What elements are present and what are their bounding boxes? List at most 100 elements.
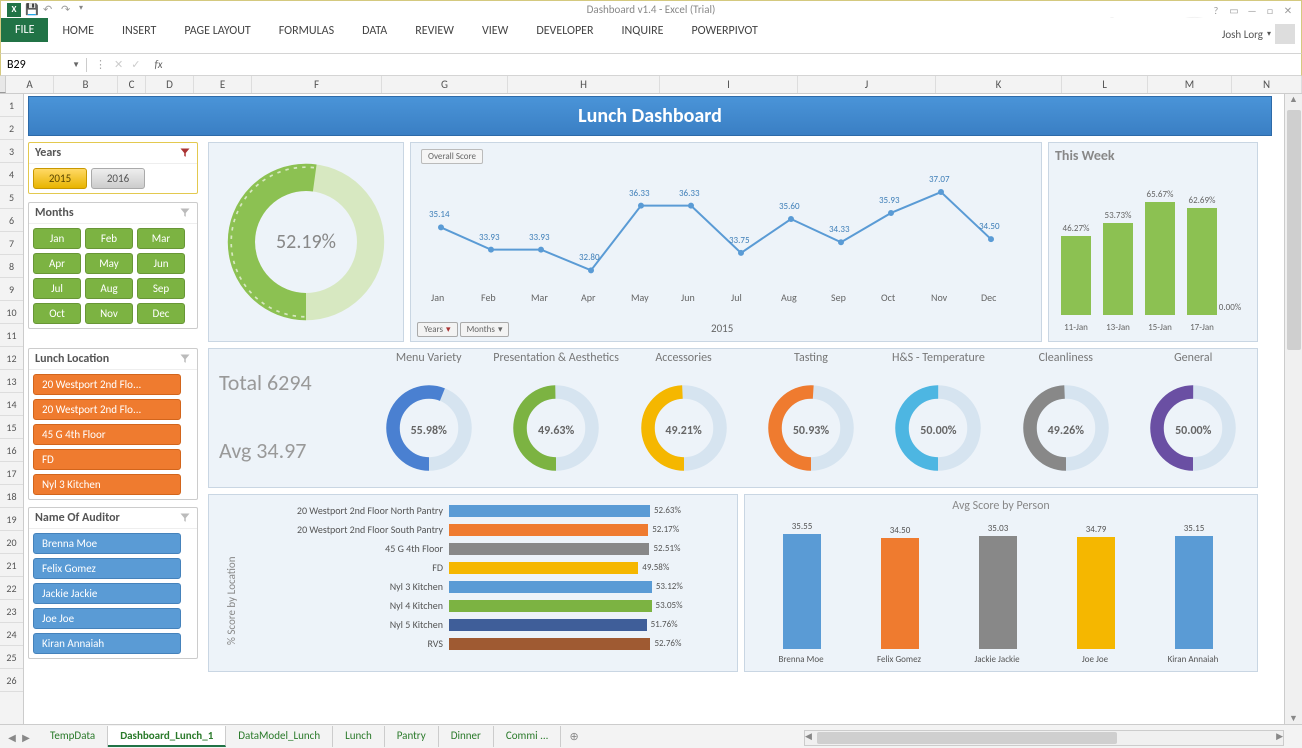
maximize-icon[interactable]: □: [1263, 4, 1277, 16]
row-24[interactable]: 24: [0, 623, 23, 646]
ribbon-tab-data[interactable]: DATA: [348, 18, 401, 44]
month-dec[interactable]: Dec: [137, 303, 185, 324]
location-item-2[interactable]: 45 G 4th Floor: [33, 424, 181, 445]
formula-accept-icon[interactable]: ✓: [131, 58, 140, 71]
clear-filter-icon[interactable]: [179, 147, 191, 159]
month-nov[interactable]: Nov: [85, 303, 133, 324]
row-21[interactable]: 21: [0, 554, 23, 577]
auditor-item-2[interactable]: Jackie Jackie: [33, 583, 181, 604]
col-J[interactable]: J: [798, 76, 936, 93]
ribbon-tab-insert[interactable]: INSERT: [108, 18, 170, 44]
col-K[interactable]: K: [936, 76, 1062, 93]
name-box[interactable]: B29 ▼: [1, 58, 87, 72]
row-25[interactable]: 25: [0, 646, 23, 669]
undo-icon[interactable]: ↶: [43, 3, 57, 17]
ribbon-tab-home[interactable]: HOME: [48, 18, 108, 44]
qat-dropdown-icon[interactable]: ▾: [79, 3, 93, 17]
tab-first-icon[interactable]: ◀: [6, 731, 18, 743]
row-22[interactable]: 22: [0, 577, 23, 600]
scroll-left-icon[interactable]: ◀: [805, 731, 812, 742]
sheet-tab-datamodel-lunch[interactable]: DataModel_Lunch: [226, 726, 333, 747]
col-N[interactable]: N: [1232, 76, 1302, 93]
month-jan[interactable]: Jan: [33, 228, 81, 249]
scroll-down-icon[interactable]: ▼: [1285, 713, 1302, 724]
minimize-icon[interactable]: —: [1245, 4, 1259, 16]
pivot-months-button[interactable]: Months▾: [460, 322, 510, 337]
save-icon[interactable]: 💾: [25, 3, 39, 17]
auditor-item-1[interactable]: Felix Gomez: [33, 558, 181, 579]
col-H[interactable]: H: [508, 76, 660, 93]
col-C[interactable]: C: [118, 76, 146, 93]
row-19[interactable]: 19: [0, 508, 23, 531]
row-23[interactable]: 23: [0, 600, 23, 623]
row-12[interactable]: 12: [0, 347, 23, 370]
month-mar[interactable]: Mar: [137, 228, 185, 249]
location-item-0[interactable]: 20 Westport 2nd Flo...: [33, 374, 181, 395]
sheet-tab-pantry[interactable]: Pantry: [385, 726, 439, 747]
year-2015[interactable]: 2015: [33, 168, 87, 189]
ribbon-tab-review[interactable]: REVIEW: [401, 18, 468, 44]
month-feb[interactable]: Feb: [85, 228, 133, 249]
location-item-3[interactable]: FD: [33, 449, 181, 470]
ribbon-options-icon[interactable]: ▭: [1227, 4, 1241, 16]
month-jul[interactable]: Jul: [33, 278, 81, 299]
tab-nav[interactable]: ◀ ▶: [0, 731, 38, 743]
redo-icon[interactable]: ↷: [61, 3, 75, 17]
row-11[interactable]: 11: [0, 324, 23, 347]
tab-next-icon[interactable]: ▶: [20, 731, 32, 743]
sheet-tab-dashboard-lunch-1[interactable]: Dashboard_Lunch_1: [108, 726, 226, 747]
col-D[interactable]: D: [146, 76, 194, 93]
clear-filter-icon[interactable]: [179, 207, 191, 219]
chevron-down-icon[interactable]: ▼: [72, 60, 80, 70]
col-A[interactable]: A: [6, 76, 54, 93]
row-6[interactable]: 6: [0, 209, 23, 232]
month-jun[interactable]: Jun: [137, 253, 185, 274]
scroll-right-icon[interactable]: ▶: [1276, 731, 1283, 742]
col-G[interactable]: G: [382, 76, 508, 93]
auditor-item-4[interactable]: Kiran Annaiah: [33, 633, 181, 654]
row-7[interactable]: 7: [0, 232, 23, 255]
ribbon-tab-powerpivot[interactable]: POWERPIVOT: [677, 18, 771, 44]
col-E[interactable]: E: [194, 76, 252, 93]
formula-cancel-icon[interactable]: ✕: [114, 58, 123, 71]
col-M[interactable]: M: [1148, 76, 1232, 93]
scroll-thumb[interactable]: [1287, 110, 1301, 350]
sheet-tab-lunch[interactable]: Lunch: [333, 726, 385, 747]
row-1[interactable]: 1: [0, 94, 23, 117]
ribbon-tab-view[interactable]: VIEW: [468, 18, 522, 44]
row-9[interactable]: 9: [0, 278, 23, 301]
ribbon-tab-formulas[interactable]: FORMULAS: [265, 18, 348, 44]
year-2016[interactable]: 2016: [91, 168, 145, 189]
help-icon[interactable]: ?: [1209, 4, 1223, 16]
row-2[interactable]: 2: [0, 117, 23, 140]
month-oct[interactable]: Oct: [33, 303, 81, 324]
row-17[interactable]: 17: [0, 462, 23, 485]
month-may[interactable]: May: [85, 253, 133, 274]
fx-label[interactable]: fx: [154, 58, 162, 71]
col-F[interactable]: F: [252, 76, 382, 93]
ribbon-tab-developer[interactable]: DEVELOPER: [522, 18, 607, 44]
clear-filter-icon[interactable]: [179, 353, 191, 365]
month-apr[interactable]: Apr: [33, 253, 81, 274]
formula-input[interactable]: [171, 58, 1301, 72]
row-14[interactable]: 14: [0, 393, 23, 416]
user-account[interactable]: Josh Lorg ▾: [1222, 24, 1295, 44]
ribbon-tab-inquire[interactable]: INQUIRE: [608, 18, 678, 44]
close-icon[interactable]: ✕: [1281, 4, 1295, 16]
add-sheet-icon[interactable]: ⊕: [561, 730, 586, 743]
col-I[interactable]: I: [660, 76, 798, 93]
pivot-years-button[interactable]: Years▾: [417, 322, 458, 337]
row-5[interactable]: 5: [0, 186, 23, 209]
scroll-up-icon[interactable]: ▲: [1285, 94, 1302, 105]
col-L[interactable]: L: [1062, 76, 1148, 93]
auditor-item-0[interactable]: Brenna Moe: [33, 533, 181, 554]
clear-filter-icon[interactable]: [179, 512, 191, 524]
ribbon-tab-page-layout[interactable]: PAGE LAYOUT: [170, 18, 264, 44]
sheet-tab-dinner[interactable]: Dinner: [439, 726, 494, 747]
row-4[interactable]: 4: [0, 163, 23, 186]
vertical-scrollbar[interactable]: ▲ ▼: [1284, 94, 1302, 724]
sheet-tab-commi----[interactable]: Commi ...: [494, 726, 562, 747]
row-20[interactable]: 20: [0, 531, 23, 554]
location-item-4[interactable]: Nyl 3 Kitchen: [33, 474, 181, 495]
expand-icon[interactable]: ⋮: [95, 58, 106, 71]
